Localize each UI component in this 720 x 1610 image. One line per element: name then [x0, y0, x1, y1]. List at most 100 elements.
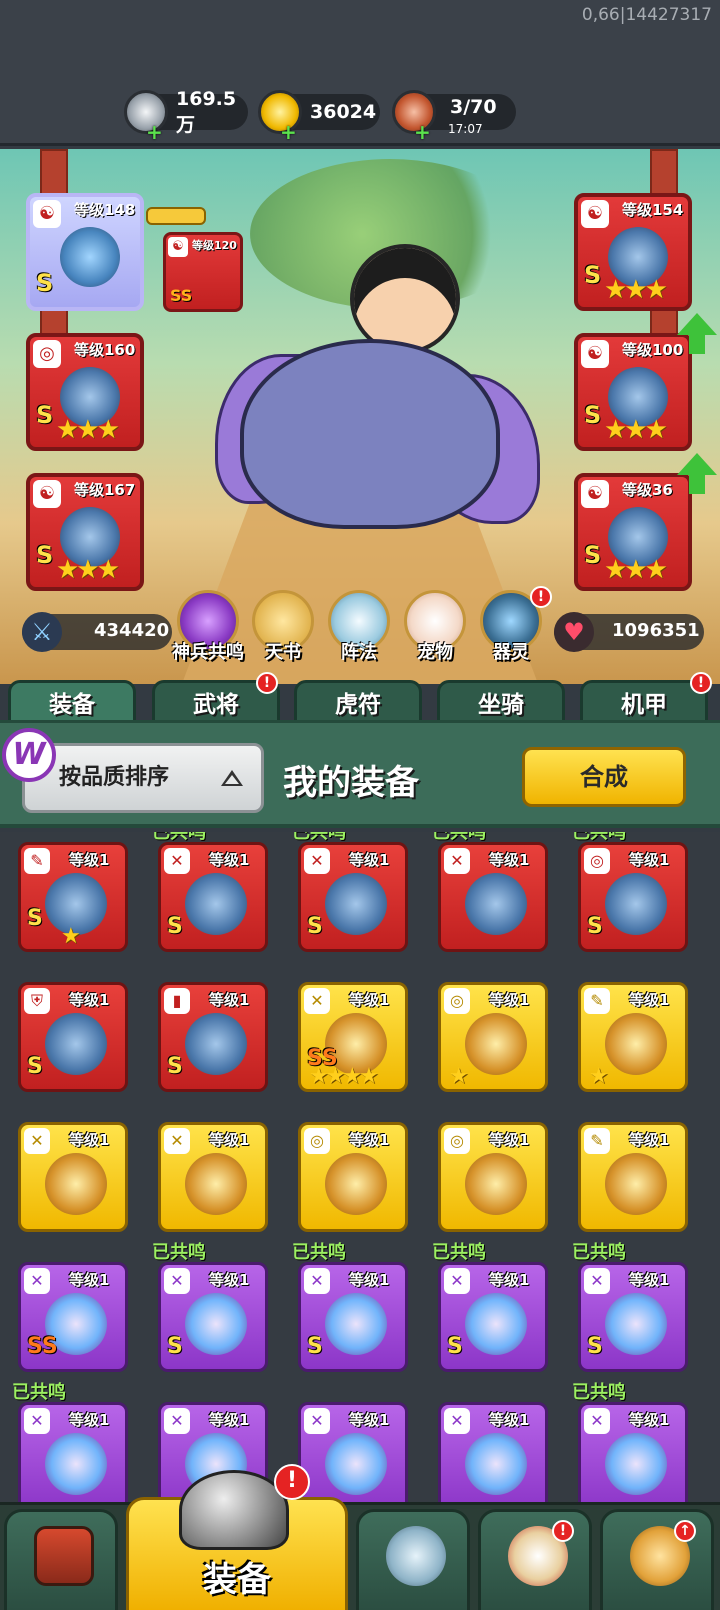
equipment-item[interactable]: ◎ 等级1 S	[578, 842, 688, 952]
equipment-item[interactable]: ✎ 等级1 S ★	[18, 842, 128, 952]
function-label: 器灵	[493, 642, 529, 663]
bottom-nav: 装备	[0, 1470, 720, 1610]
equipment-item[interactable]: ✕ 等级1 S	[438, 1262, 548, 1372]
sword-icon	[60, 227, 120, 287]
item-art-icon	[185, 1153, 247, 1215]
equip-stars: ★★★	[604, 275, 668, 305]
equip-slot-gloves[interactable]: ☯ 等级36 S ★★★	[574, 473, 692, 591]
resonance-label: 已共鸣	[12, 1382, 66, 1403]
item-level: 等级1	[489, 851, 530, 869]
slot-type-icon: ✕	[584, 1268, 610, 1294]
item-level: 等级1	[629, 1271, 670, 1289]
equipment-item[interactable]: ✎ 等级1	[578, 1122, 688, 1232]
merge-button[interactable]: 合成	[522, 747, 686, 807]
item-grade: S	[307, 914, 323, 939]
nav-upgrade[interactable]	[600, 1509, 714, 1610]
equip-slot-weapon[interactable]: ☯ 等级148 S	[26, 193, 144, 311]
item-grade: S	[167, 1054, 183, 1079]
nav-rewards[interactable]	[478, 1509, 592, 1610]
item-grade: SS	[27, 1334, 58, 1359]
silver-value: 169.5万	[176, 87, 237, 136]
silver-resource[interactable]: + 169.5万	[124, 88, 248, 144]
nav-equipment-label: 装备	[203, 1560, 271, 1600]
equip-slot-necklace[interactable]: ◎ 等级160 S ★★★	[26, 333, 144, 451]
add-gold-icon[interactable]: +	[280, 120, 297, 144]
equipment-item[interactable]: ◎ 等级1 ★	[438, 982, 548, 1092]
function-label: 神兵共鸣	[172, 642, 244, 663]
notification-dot-icon: !	[530, 586, 552, 608]
category-tabs: 装备 武将 虎符 坐骑 机甲	[0, 680, 720, 726]
debug-text: 0,66|14427317	[581, 5, 712, 25]
equipment-item[interactable]: ✕ 等级1 SS ★★★★	[298, 982, 408, 1092]
elephant-mount[interactable]	[240, 339, 500, 529]
weapon-resonance-button[interactable]: 神兵共鸣	[172, 590, 244, 663]
equip-slot-armor[interactable]: ☯ 等级154 S ★★★	[574, 193, 692, 311]
equipment-item[interactable]: ✎ 等级1 ★	[578, 982, 688, 1092]
equipment-item[interactable]: ✕ 等级1	[438, 1402, 548, 1502]
pet-button[interactable]: 宠物	[402, 590, 468, 663]
item-art-icon	[325, 1293, 387, 1355]
item-art-icon	[185, 1013, 247, 1075]
gate-icon	[34, 1526, 94, 1586]
yin-yang-icon: ☯	[581, 480, 609, 508]
item-level: 等级1	[489, 991, 530, 1009]
equipment-item[interactable]: ⛨ 等级1 S	[18, 982, 128, 1092]
stamina-value: 3/70	[450, 96, 497, 118]
equipment-item[interactable]: ✕ 等级1 SS	[18, 1262, 128, 1372]
upgrade-arrow-stem	[689, 334, 705, 354]
upgrade-arrow-icon	[677, 313, 717, 335]
slot-type-icon: ✎	[24, 848, 50, 874]
item-level: 等级1	[69, 1131, 110, 1149]
gold-resource[interactable]: + 36024	[258, 90, 380, 144]
equipment-item[interactable]: ✕ 等级1 S	[298, 1262, 408, 1372]
equipment-item[interactable]: ✕ 等级1	[298, 1402, 408, 1502]
linked-equip-slot[interactable]: ☯ 等级120 SS	[163, 232, 243, 312]
nav-equipment[interactable]: 装备	[126, 1470, 348, 1610]
item-level: 等级1	[209, 1411, 250, 1429]
equipment-item[interactable]: ✕ 等级1	[158, 1122, 268, 1232]
item-art-icon	[45, 1153, 107, 1215]
item-art-icon	[605, 1013, 667, 1075]
nav-battle[interactable]	[356, 1509, 470, 1610]
equipment-item[interactable]: ◎ 等级1	[298, 1122, 408, 1232]
equipment-item[interactable]: ✕ 等级1 S	[578, 1262, 688, 1372]
stamina-resource[interactable]: + 3/70 17:07	[392, 90, 516, 144]
w-logo-icon[interactable]: W	[2, 728, 56, 782]
equipment-item[interactable]: ✕ 等级1	[578, 1402, 688, 1502]
equipment-item[interactable]: ✕ 等级1 S	[298, 842, 408, 952]
equip-level: 等级100	[622, 341, 684, 359]
equipment-item[interactable]: ✕ 等级1 S	[158, 1262, 268, 1372]
heavenly-book-button[interactable]: 天书	[250, 590, 316, 663]
formation-button[interactable]: 阵法	[326, 590, 392, 663]
yin-yang-icon: ☯	[33, 200, 61, 228]
resonance-label: 已共鸣	[432, 1242, 486, 1263]
item-level: 等级1	[209, 1131, 250, 1149]
hero-character[interactable]	[350, 244, 460, 354]
equip-level: 等级160	[74, 341, 136, 359]
crossed-swords-shield-icon	[386, 1526, 446, 1586]
equipment-item[interactable]: ✕ 等级1	[18, 1122, 128, 1232]
slot-type-icon: ✕	[444, 1268, 470, 1294]
nav-home[interactable]	[4, 1509, 118, 1610]
equipment-item[interactable]: ▮ 等级1 S	[158, 982, 268, 1092]
link-chain-icon	[146, 207, 206, 225]
slot-type-icon: ✕	[304, 988, 330, 1014]
add-silver-icon[interactable]: +	[146, 120, 163, 144]
item-grade: S	[167, 914, 183, 939]
item-art-icon	[605, 1433, 667, 1495]
item-art-icon	[185, 873, 247, 935]
item-level: 等级1	[629, 851, 670, 869]
equipment-item[interactable]: ✕ 等级1	[438, 842, 548, 952]
slot-type-icon: ✕	[584, 1408, 610, 1434]
equip-slot-boots[interactable]: ☯ 等级100 S ★★★	[574, 333, 692, 451]
equipment-item[interactable]: ✕ 等级1 S	[158, 842, 268, 952]
stamina-timer: 17:07	[448, 122, 483, 136]
slot-type-icon: ✕	[164, 1268, 190, 1294]
equipment-item[interactable]: ◎ 等级1	[438, 1122, 548, 1232]
equip-slot-helmet[interactable]: ☯ 等级167 S ★★★	[26, 473, 144, 591]
sort-dropdown[interactable]: 按品质排序	[22, 743, 264, 813]
add-stamina-icon[interactable]: +	[414, 120, 431, 144]
item-art-icon	[605, 1293, 667, 1355]
item-art-icon	[45, 1013, 107, 1075]
equipment-item[interactable]: ✕ 等级1	[18, 1402, 128, 1502]
